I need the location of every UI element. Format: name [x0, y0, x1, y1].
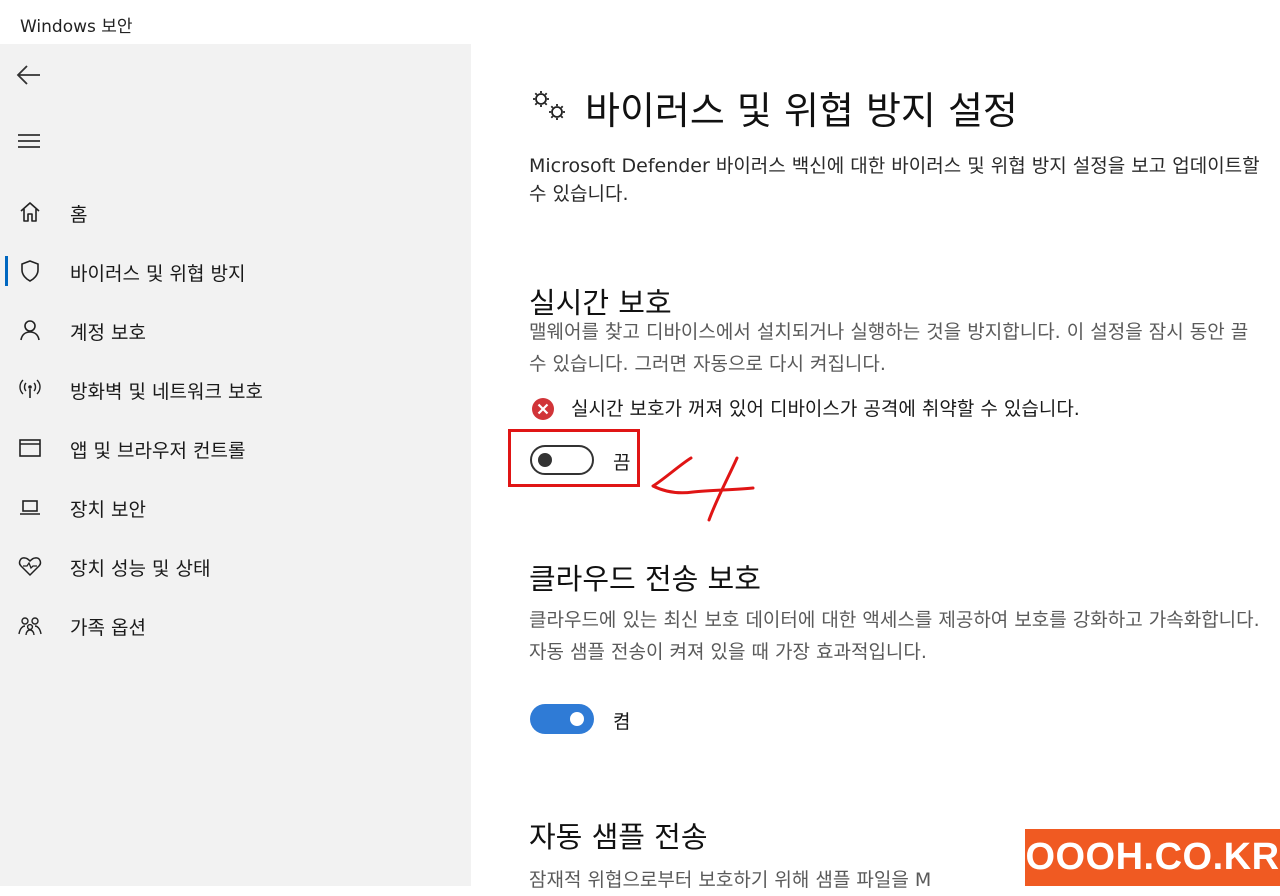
sidebar-item-home[interactable]: 홈 — [0, 187, 471, 237]
back-arrow-icon — [16, 65, 40, 85]
cloud-protection-toggle[interactable] — [530, 704, 594, 734]
back-button[interactable] — [14, 60, 44, 90]
sample-section-title: 자동 샘플 전송 — [529, 820, 708, 854]
sidebar-item-label: 앱 및 브라우저 컨트롤 — [70, 440, 246, 462]
watermark-text: OOOH.CO.KR — [1025, 836, 1280, 878]
shield-icon — [18, 259, 42, 283]
hamburger-icon — [18, 134, 40, 148]
sidebar-item-virus-protection[interactable]: 바이러스 및 위협 방지 — [0, 246, 471, 296]
sidebar-item-label: 방화벽 및 네트워크 보호 — [70, 381, 263, 403]
sidebar-item-firewall[interactable]: 방화벽 및 네트워크 보호 — [0, 364, 471, 414]
sidebar-item-label: 홈 — [70, 204, 88, 226]
person-icon — [18, 318, 42, 342]
selection-indicator — [5, 256, 8, 286]
page-title: 바이러스 및 위협 방지 설정 — [585, 89, 1018, 133]
laptop-icon — [18, 495, 42, 519]
highlight-box — [508, 429, 640, 487]
sidebar: 홈 바이러스 및 위협 방지 계정 보호 방화벽 및 네트워크 보호 앱 및 브… — [0, 44, 471, 886]
cloud-toggle-label: 켬 — [613, 711, 631, 733]
sidebar-item-account[interactable]: 계정 보호 — [0, 305, 471, 355]
heart-pulse-icon — [18, 554, 42, 578]
watermark-badge: OOOH.CO.KR — [1025, 829, 1280, 886]
page-description: Microsoft Defender 바이러스 백신에 대한 바이러스 및 위협… — [529, 155, 1260, 205]
wireless-icon — [18, 377, 42, 401]
menu-button[interactable] — [14, 126, 44, 156]
cloud-section-description: 클라우드에 있는 최신 보호 데이터에 대한 액세스를 제공하여 보호를 강화하… — [529, 609, 1260, 663]
sidebar-item-label: 장치 성능 및 상태 — [70, 558, 211, 580]
browser-window-icon — [18, 436, 42, 460]
cloud-section-title: 클라우드 전송 보호 — [529, 562, 761, 596]
settings-gears-icon — [533, 91, 565, 120]
sidebar-item-device-health[interactable]: 장치 성능 및 상태 — [0, 541, 471, 591]
sidebar-item-label: 계정 보호 — [70, 322, 146, 344]
home-icon — [18, 200, 42, 224]
title-bar: Windows 보안 — [0, 0, 1280, 44]
warning-text: 실시간 보호가 꺼져 있어 디바이스가 공격에 취약할 수 있습니다. — [571, 398, 1080, 420]
sidebar-item-label: 가족 옵션 — [70, 617, 146, 639]
sidebar-item-label: 장치 보안 — [70, 499, 146, 521]
family-icon — [18, 613, 42, 637]
toggle-knob — [570, 712, 584, 726]
window-title: Windows 보안 — [20, 17, 133, 37]
sidebar-item-label: 바이러스 및 위협 방지 — [70, 263, 246, 285]
error-icon — [532, 398, 554, 420]
main-content: 바이러스 및 위협 방지 설정 Microsoft Defender 바이러스 … — [471, 44, 1280, 891]
sidebar-item-family[interactable]: 가족 옵션 — [0, 600, 471, 650]
handwritten-step-number — [651, 456, 755, 522]
realtime-section-description: 맬웨어를 찾고 디바이스에서 설치되거나 실행하는 것을 방지합니다. 이 설정… — [529, 321, 1249, 375]
sidebar-item-app-browser[interactable]: 앱 및 브라우저 컨트롤 — [0, 423, 471, 473]
sidebar-item-device-security[interactable]: 장치 보안 — [0, 482, 471, 532]
